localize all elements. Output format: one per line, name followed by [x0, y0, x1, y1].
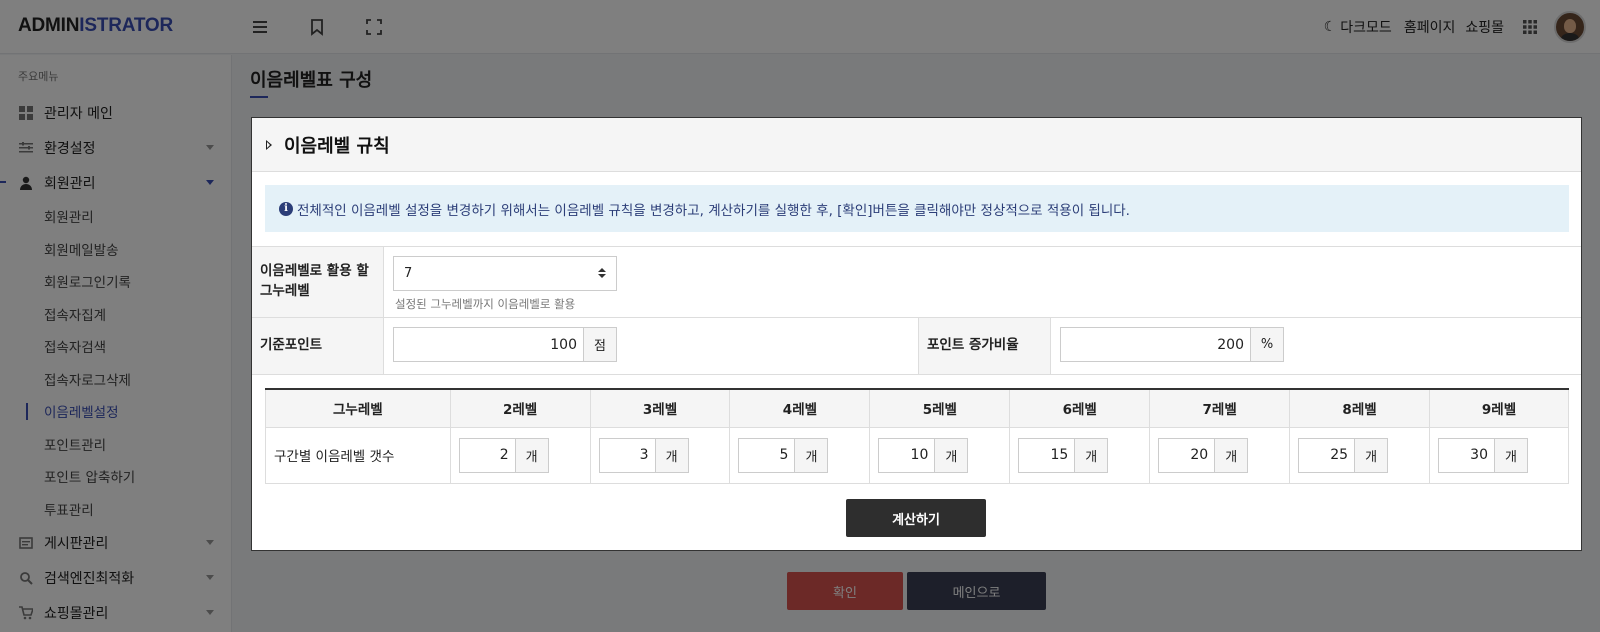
caret-right-icon [266, 139, 272, 150]
column-header: 9레벨 [1429, 389, 1569, 428]
base-point-unit: 점 [583, 328, 616, 361]
level-count-input[interactable]: 30 [1439, 439, 1494, 472]
table-cell: 10 개 [869, 426, 1011, 484]
info-icon: i [279, 201, 293, 216]
base-point-label: 기준포인트 [252, 318, 384, 374]
base-point-field: 100 점 [384, 318, 919, 374]
base-point-input-group: 100 점 [393, 327, 617, 362]
level-count-input[interactable]: 10 [879, 439, 934, 472]
table-cell: 2개 [449, 426, 591, 484]
column-header: 8레벨 [1289, 389, 1430, 428]
table-cell: 30 개 [1429, 426, 1569, 484]
grade-label-line2: 그누레벨 [260, 283, 310, 299]
form-row-points: 기준포인트 100 점 포인트 증가비율 200 % [252, 318, 1581, 375]
grade-help-text: 설정된 그누레벨까지 이음레벨로 활용 [395, 297, 576, 311]
count-unit: 개 [1214, 438, 1248, 472]
level-count-input-group: 5개 [738, 437, 829, 473]
increase-input-group: 200 % [1060, 327, 1284, 362]
notice-text: 전체적인 이음레벨 설정을 변경하기 위해서는 이음레벨 규칙을 변경하고, 계… [297, 202, 1130, 219]
grade-label: 이음레벨로 활용 할 그누레벨 [252, 247, 384, 317]
base-point-input[interactable]: 100 [394, 328, 583, 361]
modal-title: 이음레벨 규칙 [284, 135, 390, 157]
increase-input[interactable]: 200 [1061, 328, 1250, 361]
column-header: 3레벨 [589, 389, 731, 428]
column-header: 6레벨 [1009, 389, 1151, 428]
table-cell: 15 개 [1009, 426, 1151, 484]
count-unit: 개 [654, 438, 688, 472]
level-count-input[interactable]: 20 [1159, 439, 1214, 472]
table-cell: 3개 [589, 426, 731, 484]
grade-select[interactable]: 7 [393, 256, 617, 291]
column-header: 그누레벨 [265, 389, 451, 428]
count-unit: 개 [1354, 438, 1388, 472]
select-arrows-icon [598, 268, 606, 278]
level-count-input-group: 2개 [458, 437, 549, 473]
level-count-input[interactable]: 15 [1019, 439, 1074, 472]
form-row-grade: 이음레벨로 활용 할 그누레벨 7 설정된 그누레벨까지 이음레벨로 활용 [252, 247, 1581, 318]
count-unit: 개 [934, 438, 968, 472]
level-count-input-group: 15 개 [1018, 437, 1109, 473]
increase-field: 200 % [1051, 318, 1578, 374]
count-unit: 개 [514, 438, 548, 472]
level-count-input[interactable]: 25 [1299, 439, 1354, 472]
level-rule-modal: 이음레벨 규칙 i 전체적인 이음레벨 설정을 변경하기 위해서는 이음레벨 규… [251, 117, 1582, 551]
grade-label-line1: 이음레벨로 활용 할 [260, 263, 369, 280]
level-count-input-group: 3개 [598, 437, 689, 473]
level-count-input[interactable]: 5 [739, 439, 794, 472]
table-row: 구간별 이음레벨 갯수 2개 3개 5개 10 개 15 개 20 개 25 개 30 개 [265, 426, 1569, 484]
column-header: 5레벨 [869, 389, 1011, 428]
grade-field: 7 설정된 그누레벨까지 이음레벨로 활용 [384, 247, 1580, 317]
table-cell: 20 개 [1149, 426, 1291, 484]
level-table: 그누레벨 2레벨 3레벨 4레벨 5레벨 6레벨 7레벨 8레벨 9레벨 구간별… [265, 388, 1569, 484]
increase-label: 포인트 증가비율 [919, 318, 1051, 374]
grade-select-value: 7 [404, 266, 413, 281]
count-unit: 개 [1494, 438, 1527, 472]
level-count-input-group: 25 개 [1298, 437, 1389, 473]
count-unit: 개 [794, 438, 828, 472]
level-count-input-group: 10 개 [878, 437, 969, 473]
rule-form: 이음레벨로 활용 할 그누레벨 7 설정된 그누레벨까지 이음레벨로 활용 기준… [252, 246, 1581, 375]
column-header: 7레벨 [1149, 389, 1291, 428]
table-cell: 5개 [729, 426, 871, 484]
column-header: 4레벨 [729, 389, 871, 428]
level-table-header: 그누레벨 2레벨 3레벨 4레벨 5레벨 6레벨 7레벨 8레벨 9레벨 [265, 389, 1569, 428]
table-cell: 25 개 [1289, 426, 1430, 484]
level-count-input-group: 20 개 [1158, 437, 1249, 473]
row-label: 구간별 이음레벨 갯수 [265, 426, 451, 484]
level-count-input[interactable]: 3 [600, 439, 655, 472]
modal-header: 이음레벨 규칙 [252, 118, 1581, 172]
column-header: 2레벨 [449, 389, 591, 428]
increase-unit: % [1250, 328, 1283, 361]
level-count-input-group: 30 개 [1438, 437, 1528, 473]
calculate-button[interactable]: 계산하기 [846, 499, 986, 537]
info-notice: i 전체적인 이음레벨 설정을 변경하기 위해서는 이음레벨 규칙을 변경하고,… [265, 185, 1569, 232]
count-unit: 개 [1074, 438, 1108, 472]
level-count-input[interactable]: 2 [460, 439, 515, 472]
